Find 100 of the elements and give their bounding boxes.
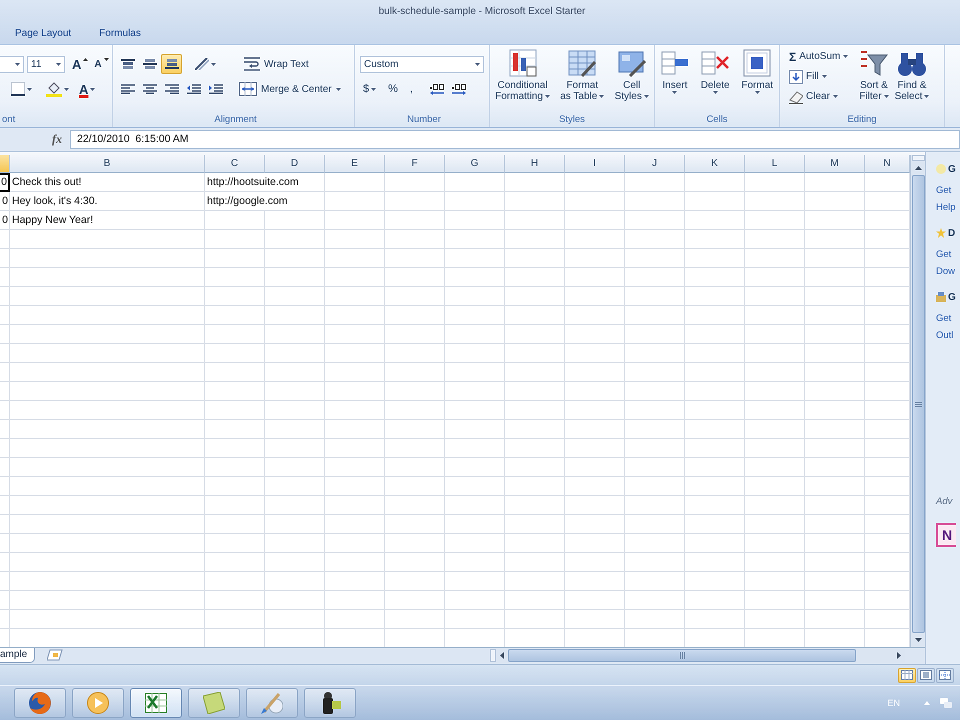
column-header[interactable]: D bbox=[265, 155, 325, 173]
caret-icon bbox=[90, 88, 96, 90]
globe-icon bbox=[29, 692, 51, 714]
column-header[interactable]: B bbox=[10, 155, 205, 173]
page-break-icon bbox=[939, 670, 951, 680]
format-button[interactable]: Format bbox=[739, 47, 776, 96]
caret-icon bbox=[336, 88, 341, 90]
grow-font-button[interactable]: A bbox=[69, 54, 92, 74]
help-link[interactable]: Get bbox=[936, 182, 960, 199]
normal-view-icon bbox=[901, 670, 913, 680]
column-header[interactable]: M bbox=[805, 155, 865, 173]
borders-button[interactable] bbox=[8, 79, 35, 99]
border-icon bbox=[11, 82, 25, 96]
grip-icon bbox=[680, 652, 684, 659]
sort-filter-button[interactable]: Sort & Filter bbox=[857, 47, 891, 104]
column-header[interactable]: N bbox=[865, 155, 910, 173]
comma-style-button[interactable]: , bbox=[406, 79, 417, 99]
fill-button[interactable]: Fill bbox=[786, 67, 852, 86]
sheet-tab[interactable]: ample bbox=[0, 648, 36, 663]
bar-grid-icon bbox=[508, 49, 537, 77]
column-header[interactable]: F bbox=[385, 155, 445, 173]
cell-styles-button[interactable]: Cell Styles bbox=[612, 47, 651, 104]
insert-button[interactable]: Insert bbox=[658, 47, 691, 96]
merge-cells-icon bbox=[239, 82, 257, 96]
taskbar-button[interactable] bbox=[304, 688, 356, 718]
column-header[interactable]: L bbox=[745, 155, 805, 173]
group-label: ont bbox=[1, 113, 16, 127]
clear-button[interactable]: Clear bbox=[786, 87, 852, 106]
wrap-text-button[interactable]: Wrap Text bbox=[241, 54, 312, 74]
autosum-button[interactable]: Σ AutoSum bbox=[786, 47, 852, 66]
section-heading: G bbox=[948, 164, 956, 174]
down-arrow-icon[interactable] bbox=[914, 638, 922, 642]
note-icon bbox=[203, 692, 225, 714]
up-caret-icon bbox=[83, 58, 88, 61]
grip-icon bbox=[914, 402, 922, 406]
percent-button[interactable]: % bbox=[384, 79, 402, 99]
play-icon bbox=[87, 692, 109, 714]
cell-brush-icon bbox=[618, 49, 646, 77]
caret-icon bbox=[211, 62, 216, 66]
eraser-icon bbox=[789, 90, 803, 104]
caret-icon bbox=[475, 62, 480, 66]
column-header[interactable]: C bbox=[205, 155, 265, 173]
font-color-button[interactable]: A bbox=[76, 79, 98, 99]
insert-function-button[interactable]: fx bbox=[52, 132, 70, 147]
insert-sheet-icon[interactable] bbox=[47, 649, 64, 661]
column-header[interactable]: K bbox=[685, 155, 745, 173]
align-left-icon bbox=[120, 84, 134, 94]
up-arrow-icon[interactable] bbox=[914, 166, 922, 170]
down-caret-icon bbox=[104, 58, 109, 61]
help-link[interactable]: Get bbox=[936, 310, 960, 327]
indent-icon bbox=[208, 84, 222, 94]
window-title: bulk-schedule-sample - Microsoft Excel Starter bbox=[378, 6, 586, 16]
insert-cells-icon bbox=[660, 49, 689, 77]
group-label: Number bbox=[406, 113, 442, 127]
ad-logo: N bbox=[936, 523, 956, 547]
find-select-button[interactable]: Find & Select bbox=[892, 47, 932, 104]
section-heading: G bbox=[948, 292, 956, 302]
help-link[interactable]: Get bbox=[936, 246, 960, 263]
vertical-scrollbar[interactable] bbox=[910, 155, 925, 647]
group-label: Alignment bbox=[213, 113, 258, 127]
column-header[interactable]: I bbox=[565, 155, 625, 173]
left-arrow-icon[interactable] bbox=[500, 652, 504, 659]
section-heading: D bbox=[948, 228, 956, 238]
conditional-formatting-button[interactable]: Conditional Formatting bbox=[493, 47, 552, 104]
caret-icon bbox=[15, 62, 20, 66]
ribbon-tab[interactable]: Page Layout bbox=[6, 24, 80, 44]
table-brush-icon bbox=[568, 49, 596, 77]
align-right-icon bbox=[164, 84, 178, 94]
formula-field[interactable]: 22/10/2010 6:15:00 AM bbox=[70, 130, 960, 149]
fill-down-icon bbox=[789, 70, 803, 84]
help-link[interactable]: Help bbox=[936, 199, 960, 216]
column-header[interactable]: H bbox=[505, 155, 565, 173]
help-link[interactable]: Outl bbox=[936, 327, 960, 344]
shrink-font-button[interactable]: A bbox=[91, 54, 112, 74]
column-header[interactable]: E bbox=[325, 155, 385, 173]
decimal-left-arrow-icon bbox=[430, 84, 444, 94]
table-cell: 0 bbox=[0, 173, 10, 192]
merge-center-button[interactable]: Merge & Center bbox=[236, 79, 344, 99]
align-center-icon bbox=[142, 84, 156, 94]
format-as-table-button[interactable]: Format as Table bbox=[558, 47, 606, 104]
column-header[interactable]: J bbox=[625, 155, 685, 173]
group-label: Styles bbox=[558, 113, 586, 127]
view-button[interactable] bbox=[936, 668, 954, 682]
font-size-dropdown[interactable]: 11 bbox=[27, 56, 65, 72]
paintbrush-icon bbox=[261, 692, 283, 714]
help-link[interactable]: Dow bbox=[936, 263, 960, 280]
scroll-thumb[interactable] bbox=[912, 175, 924, 633]
scroll-thumb[interactable] bbox=[508, 649, 856, 662]
right-arrow-icon[interactable] bbox=[897, 652, 901, 659]
column-header[interactable]: G bbox=[445, 155, 505, 173]
ribbon-tab[interactable]: Formulas bbox=[90, 24, 150, 44]
bottom-align-button[interactable] bbox=[161, 54, 182, 74]
number-format-dropdown[interactable]: Custom bbox=[360, 56, 484, 72]
currency-button[interactable]: $ bbox=[359, 79, 380, 99]
align-middle-icon bbox=[142, 59, 156, 69]
delete-button[interactable]: Delete bbox=[698, 47, 732, 96]
paint-bucket-icon bbox=[46, 81, 62, 97]
circle-icon bbox=[936, 164, 946, 174]
view-button[interactable] bbox=[917, 668, 935, 682]
view-button[interactable] bbox=[898, 668, 916, 682]
